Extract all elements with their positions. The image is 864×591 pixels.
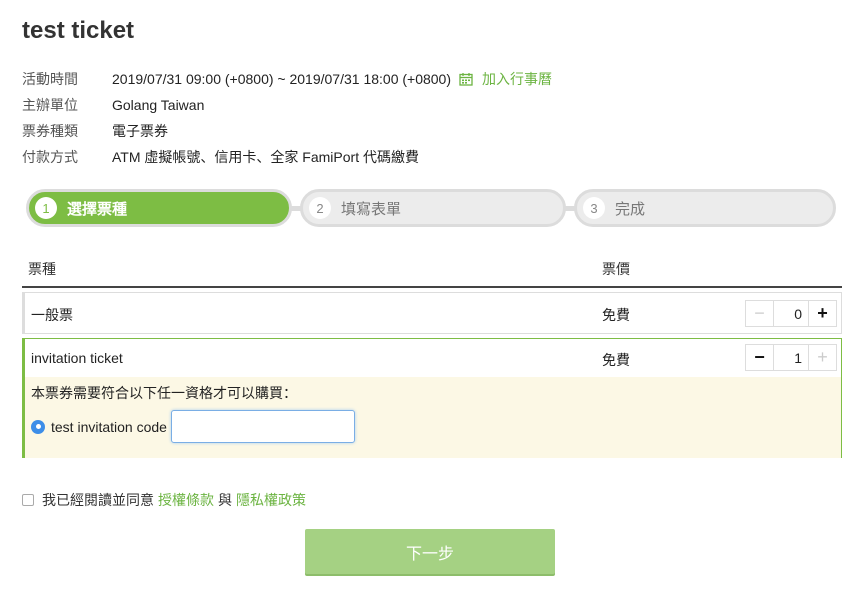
quantity-value[interactable]: 1 (774, 350, 808, 366)
ticket-row-general: 一般票 免費 − 0 + (22, 292, 842, 334)
progress-steps: 1 選擇票種 2 填寫表單 3 完成 (26, 189, 836, 227)
column-ticket-type: 票種 (28, 261, 56, 277)
invitation-requirement: 本票券需要符合以下任一資格才可以購買： test invitation code (25, 377, 841, 458)
plus-icon: + (817, 347, 828, 367)
payment-label: 付款方式 (22, 149, 78, 165)
decrease-button[interactable]: − (746, 301, 774, 326)
ticket-name: invitation ticket (31, 350, 123, 366)
requirement-text: 本票券需要符合以下任一資格才可以購買： (31, 385, 297, 401)
agree-text: 我已經閱讀並同意 (42, 492, 154, 508)
minus-icon: − (754, 347, 765, 367)
step-2-fill-form: 2 填寫表單 (300, 189, 566, 227)
privacy-link[interactable]: 隱私權政策 (236, 490, 306, 510)
increase-button[interactable]: + (808, 301, 836, 326)
quantity-stepper: − 1 + (745, 344, 837, 371)
decrease-button[interactable]: − (746, 345, 774, 370)
increase-button[interactable]: + (808, 345, 836, 370)
organizer-label: 主辦單位 (22, 97, 78, 113)
terms-link[interactable]: 授權條款 (158, 490, 214, 510)
ticket-price: 免費 (602, 352, 630, 368)
ticket-type-label: 票券種類 (22, 123, 78, 139)
next-button[interactable]: 下一步 (305, 529, 555, 574)
ticket-row-top: invitation ticket 免費 − 1 + (25, 339, 841, 377)
time-text: 2019/07/31 09:00 (+0800) ~ 2019/07/31 18… (112, 71, 452, 87)
info-row-time: 活動時間 2019/07/31 09:00 (+0800) ~ 2019/07/… (22, 66, 552, 92)
ticket-table-header: 票種 票價 (22, 250, 842, 288)
quantity-stepper: − 0 + (745, 300, 837, 327)
organizer-value: Golang Taiwan (112, 97, 205, 113)
add-to-calendar-link[interactable]: 加入行事曆 (459, 69, 552, 89)
quantity-value[interactable]: 0 (774, 306, 808, 322)
info-row-payment: 付款方式 ATM 虛擬帳號、信用卡、全家 FamiPort 代碼繳費 (22, 144, 552, 170)
time-label: 活動時間 (22, 71, 78, 87)
step-label: 選擇票種 (67, 200, 128, 218)
step-label: 填寫表單 (341, 200, 402, 218)
agree-checkbox[interactable] (22, 494, 34, 506)
invitation-option: test invitation code (31, 410, 355, 443)
step-number: 1 (35, 197, 57, 219)
ticket-row-invitation: invitation ticket 免費 − 1 + 本票券需要符合以下任一資格… (22, 338, 842, 458)
calendar-label: 加入行事曆 (482, 71, 553, 87)
step-1-select-ticket: 1 選擇票種 (26, 189, 292, 227)
calendar-icon (459, 73, 473, 86)
step-number: 3 (583, 197, 605, 219)
payment-value: ATM 虛擬帳號、信用卡、全家 FamiPort 代碼繳費 (112, 149, 419, 165)
invitation-radio[interactable] (31, 419, 45, 434)
info-row-organizer: 主辦單位 Golang Taiwan (22, 92, 552, 118)
time-value: 2019/07/31 09:00 (+0800) ~ 2019/07/31 18… (112, 69, 552, 89)
invitation-option-label: test invitation code (51, 418, 167, 435)
column-price: 票價 (602, 261, 630, 277)
agree-conjunction: 與 (218, 492, 232, 508)
step-number: 2 (309, 197, 331, 219)
ticket-type-value: 電子票券 (112, 123, 168, 139)
ticket-name: 一般票 (31, 307, 73, 323)
step-label: 完成 (615, 200, 646, 218)
plus-icon: + (817, 303, 828, 323)
step-3-complete: 3 完成 (574, 189, 836, 227)
info-row-ticket-type: 票券種類 電子票券 (22, 118, 552, 144)
invitation-code-input[interactable] (170, 410, 355, 443)
agreement: 我已經閱讀並同意 授權條款 與 隱私權政策 (22, 490, 310, 510)
event-info: 活動時間 2019/07/31 09:00 (+0800) ~ 2019/07/… (22, 66, 552, 170)
minus-icon: − (754, 303, 765, 323)
page-title: test ticket (22, 17, 135, 44)
ticket-price: 免費 (602, 307, 630, 323)
